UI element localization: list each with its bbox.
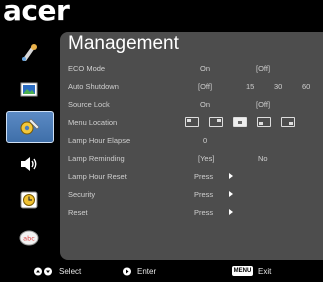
option-yes[interactable]: [Yes]: [198, 154, 214, 163]
setting-label: Lamp Hour Elapse: [68, 136, 131, 145]
setting-row-lamp-hour-elapse: Lamp Hour Elapse 0: [68, 132, 320, 150]
press-button[interactable]: Press: [194, 190, 213, 199]
up-down-keys-icon: [34, 267, 52, 276]
setting-row-menu-location[interactable]: Menu Location: [68, 114, 320, 132]
option-on[interactable]: On: [200, 100, 210, 109]
setting-row-eco-mode[interactable]: ECO Mode On [Off]: [68, 60, 320, 78]
footer-hints: Select Enter MENU Exit: [0, 262, 323, 282]
location-top-right-option[interactable]: [209, 117, 223, 127]
option-no[interactable]: No: [258, 154, 268, 163]
option-60[interactable]: 60: [302, 82, 310, 91]
svg-text:abc: abc: [23, 235, 35, 243]
setting-row-lamp-hour-reset[interactable]: Lamp Hour Reset Press: [68, 168, 320, 186]
location-center-option[interactable]: [233, 117, 247, 127]
location-top-left-option[interactable]: [185, 117, 199, 127]
setting-label: Security: [68, 190, 96, 199]
sidebar-item-image[interactable]: [6, 75, 52, 105]
menu-key-icon: MENU: [232, 266, 253, 276]
page-title: Management: [68, 33, 179, 54]
setting-row-lamp-reminding[interactable]: Lamp Reminding [Yes] No: [68, 150, 320, 168]
sidebar-item-timer[interactable]: [6, 185, 52, 215]
setting-row-security[interactable]: Security Press: [68, 186, 320, 204]
setting-label: Auto Shutdown: [68, 82, 119, 91]
sidebar-item-audio[interactable]: [6, 149, 52, 179]
option-on[interactable]: On: [200, 64, 210, 73]
option-15[interactable]: 15: [246, 82, 254, 91]
option-off[interactable]: [Off]: [256, 100, 270, 109]
sidebar-item-color[interactable]: [6, 38, 52, 68]
location-bottom-right-option[interactable]: [281, 117, 295, 127]
setting-row-source-lock[interactable]: Source Lock On [Off]: [68, 96, 320, 114]
audio-icon: [21, 157, 37, 171]
osd-screen: acer abc Management ECO Mode On [Off] Au…: [0, 0, 323, 282]
acer-logo: acer: [3, 0, 70, 27]
color-settings-icon: [22, 44, 37, 61]
image-settings-icon: [20, 82, 38, 97]
arrow-right-icon: [229, 173, 233, 179]
setting-label: Lamp Hour Reset: [68, 172, 127, 181]
location-bottom-left-option[interactable]: [257, 117, 271, 127]
timer-icon: [20, 191, 38, 209]
sidebar-item-language[interactable]: abc: [6, 223, 52, 253]
sidebar: abc: [0, 32, 60, 260]
select-hint: Select: [59, 267, 82, 276]
option-30[interactable]: 30: [274, 82, 282, 91]
option-off[interactable]: [Off]: [198, 82, 212, 91]
setting-label: ECO Mode: [68, 64, 106, 73]
setting-label: Source Lock: [68, 100, 110, 109]
sidebar-item-management[interactable]: [6, 111, 54, 143]
lamp-hours-value: 0: [203, 136, 208, 145]
arrow-right-icon: [229, 209, 233, 215]
language-icon: abc: [19, 230, 39, 246]
press-button[interactable]: Press: [194, 208, 213, 217]
setting-label: Reset: [68, 208, 88, 217]
management-settings-icon: [20, 118, 40, 135]
setting-row-auto-shutdown[interactable]: Auto Shutdown [Off] 15 30 60: [68, 78, 320, 96]
setting-label: Lamp Reminding: [68, 154, 125, 163]
arrow-right-icon: [229, 191, 233, 197]
setting-row-reset[interactable]: Reset Press: [68, 204, 320, 222]
enter-key-icon: [123, 267, 131, 276]
exit-hint: Exit: [258, 267, 272, 276]
option-off[interactable]: [Off]: [256, 64, 270, 73]
enter-hint: Enter: [137, 267, 157, 276]
press-button[interactable]: Press: [194, 172, 213, 181]
setting-label: Menu Location: [68, 118, 118, 127]
